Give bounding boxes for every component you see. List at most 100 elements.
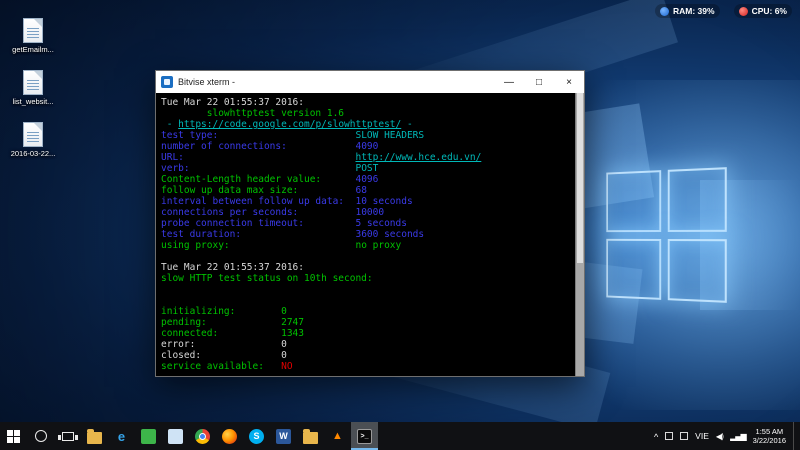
cpu-monitor: CPU: 6% [734,4,792,18]
window-title: Bitvise xterm - [178,77,494,87]
photos-app-icon [168,429,183,444]
tray-status-icon[interactable] [680,432,688,440]
cortana-search-icon [35,430,47,442]
terminal-line: follow up data max size: 68 [161,185,570,196]
window-controls: — □ × [494,71,584,93]
terminal-line: service available: NO [161,361,570,372]
terminal-line: Content-Length header value: 4096 [161,174,570,185]
maximize-button[interactable]: □ [524,71,554,93]
terminal-line: initializing: 0 [161,306,570,317]
pinned-apps: e SW ▲ >_ [81,422,378,450]
edge-icon[interactable]: e [108,422,135,450]
edge-icon: e [114,429,129,444]
terminal-line [161,295,570,306]
terminal-lines: Tue Mar 22 01:55:37 2016: slowhttptest v… [161,97,570,372]
desktop-icon-label: list_websit... [13,97,54,106]
green-app-icon[interactable] [135,422,162,450]
windows-logo-wallpaper [606,167,726,303]
clock[interactable]: 1:55 AM 3/22/2016 [753,427,786,445]
file-icon [23,70,43,95]
terminal-scrollbar[interactable] [575,93,584,376]
system-monitors: RAM: 39% CPU: 6% [655,4,792,18]
desktop: getEmailm...list_websit...2016-03-22... … [0,0,800,422]
language-indicator[interactable]: VIE [695,431,709,441]
desktop-icon-list: getEmailm... list_websit... 2016-03-22... [2,18,64,158]
file-explorer-icon[interactable] [81,422,108,450]
network-icon[interactable]: ▂▄▆ [730,432,745,441]
taskbar: e SW ▲ >_ ^ VIE ◀) ▂▄▆ 1:55 AM 3/22/2016 [0,422,800,450]
windows-logo-pane [667,239,726,303]
task-view-icon [62,432,74,441]
folder-icon [303,432,318,444]
skype-icon[interactable]: S [243,422,270,450]
system-tray: ^ VIE ◀) ▂▄▆ 1:55 AM 3/22/2016 [654,422,800,450]
ram-gauge-icon [660,7,669,16]
minimize-button[interactable]: — [494,71,524,93]
photos-app-icon[interactable] [162,422,189,450]
file-icon [23,18,43,43]
terminal-line: connections per seconds: 10000 [161,207,570,218]
bitvise-xterm-window: Bitvise xterm - — □ × Tue Mar 22 01:55:3… [155,70,585,377]
terminal-line: using proxy: no proxy [161,240,570,251]
firefox-icon[interactable] [216,422,243,450]
green-app-icon [141,429,156,444]
vlc-icon: ▲ [330,429,345,444]
volume-icon[interactable]: ◀) [716,432,723,441]
start-button[interactable] [0,422,27,450]
terminal-line: error: 0 [161,339,570,350]
scrollbar-thumb[interactable] [577,93,583,263]
firefox-icon [222,429,237,444]
show-desktop-button[interactable] [793,422,798,450]
cpu-monitor-label: CPU: 6% [752,6,787,16]
terminal-line [161,284,570,295]
desktop-icon-label: 2016-03-22... [11,149,56,158]
terminal-line: verb: POST [161,163,570,174]
terminal-line: Tue Mar 22 01:55:37 2016: [161,97,570,108]
terminal-line: interval between follow up data: 10 seco… [161,196,570,207]
search-button[interactable] [27,422,54,450]
desktop-icon[interactable]: getEmailm... [3,18,63,54]
cpu-gauge-icon [739,7,748,16]
desktop-icon[interactable]: 2016-03-22... [3,122,63,158]
window-titlebar[interactable]: Bitvise xterm - — □ × [156,71,584,93]
terminal-line: number of connections: 4090 [161,141,570,152]
tray-expand-icon[interactable]: ^ [654,432,658,442]
file-icon [23,122,43,147]
windows-logo-pane [667,167,726,231]
clock-date: 3/22/2016 [753,436,786,445]
clock-time: 1:55 AM [753,427,786,436]
close-button[interactable]: × [554,71,584,93]
bitvise-xterm-icon [161,76,173,88]
windows-start-icon [7,430,20,443]
folder-icon[interactable] [297,422,324,450]
task-view-button[interactable] [54,422,81,450]
desktop-icon[interactable]: list_websit... [3,70,63,106]
terminal-line: connected: 1343 [161,328,570,339]
file-explorer-icon [87,432,102,444]
terminal-line: closed: 0 [161,350,570,361]
ram-monitor: RAM: 39% [655,4,720,18]
terminal-line: slow HTTP test status on 10th second: [161,273,570,284]
chrome-icon[interactable] [189,422,216,450]
terminal-line: test duration: 3600 seconds [161,229,570,240]
word-icon[interactable]: W [270,422,297,450]
word-icon: W [276,429,291,444]
chrome-icon [195,429,210,444]
terminal-line: probe connection timeout: 5 seconds [161,218,570,229]
terminal-line [161,251,570,262]
terminal-line: - https://code.google.com/p/slowhttptest… [161,119,570,130]
windows-logo-pane [606,170,660,231]
windows-logo-pane [606,238,660,299]
terminal-line: slowhttptest version 1.6 [161,108,570,119]
skype-icon: S [249,429,264,444]
terminal-line: Tue Mar 22 01:55:37 2016: [161,262,570,273]
tray-status-icon[interactable] [665,432,673,440]
desktop-icon-label: getEmailm... [12,45,54,54]
bitvise-xterm-icon[interactable]: >_ [351,422,378,450]
terminal-line: pending: 2747 [161,317,570,328]
terminal-line: URL: http://www.hce.edu.vn/ [161,152,570,163]
vlc-icon[interactable]: ▲ [324,422,351,450]
ram-monitor-label: RAM: 39% [673,6,715,16]
terminal-line: test type: SLOW HEADERS [161,130,570,141]
terminal-output[interactable]: Tue Mar 22 01:55:37 2016: slowhttptest v… [156,93,584,376]
